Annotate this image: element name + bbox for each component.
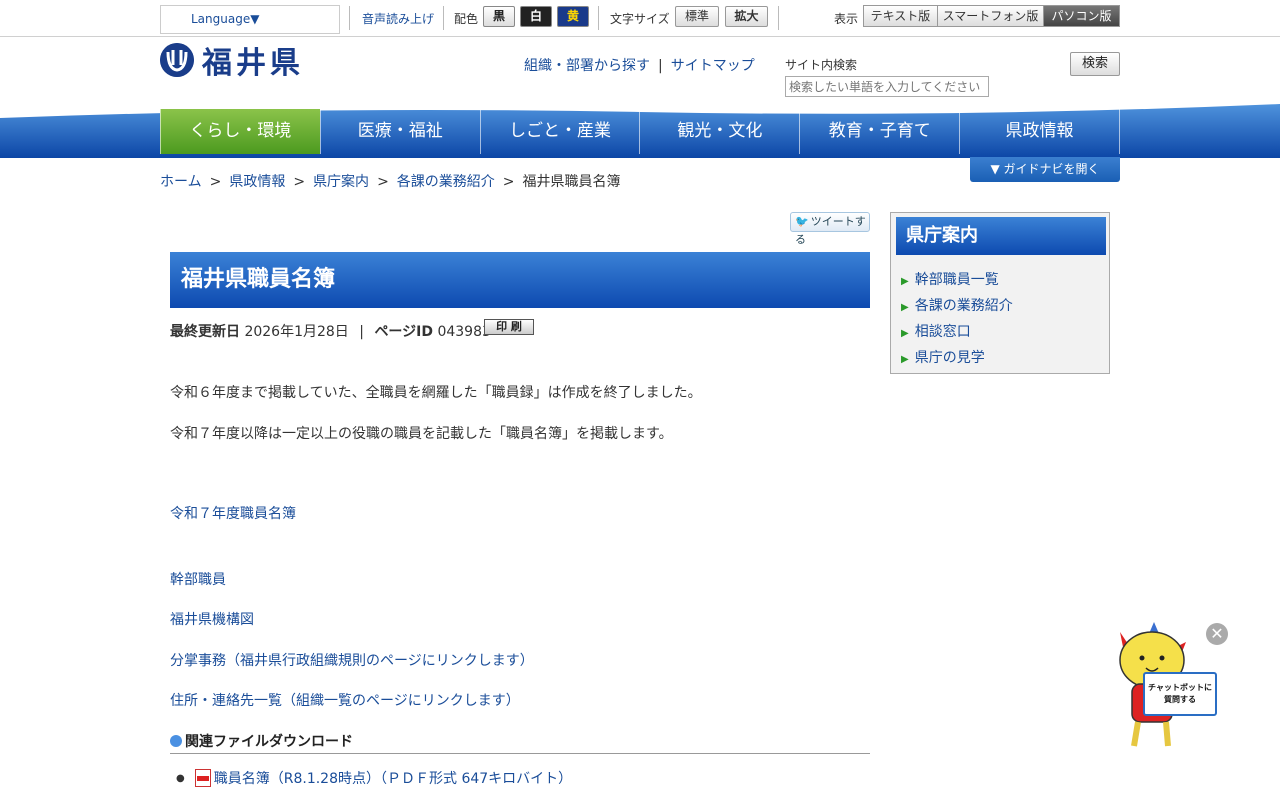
guide-navi-button[interactable]: ▼ ガイドナビを開く [970,157,1120,182]
nav-item-education-childcare[interactable]: 教育・子育て [799,109,959,154]
breadcrumb-prefectural-admin[interactable]: 県政情報 [229,174,285,190]
chatbot-sign[interactable]: チャットボットに 質問する [1143,672,1217,716]
list-bullet-icon: ● [176,772,185,784]
division-duties-link[interactable]: 分掌事務（福井県行政組織規則のページにリンクします） [170,650,534,670]
close-icon[interactable]: ✕ [1206,623,1228,645]
meta-separator: | [359,324,364,340]
link-separator: | [658,58,663,74]
nav-item-life-environment[interactable]: くらし・環境 [160,109,320,154]
nav-item-tourism-culture[interactable]: 観光・文化 [639,109,799,154]
nav-item-work-industry[interactable]: しごと・産業 [479,109,640,154]
breadcrumb-current: 福井県職員名簿 [522,174,621,190]
search-input[interactable] [785,76,989,97]
updated-date: 2026年1月28日 [244,324,349,340]
kanbu-link[interactable]: 幹部職員 [170,569,226,589]
divider [349,6,350,30]
pc-version-button[interactable]: パソコン版 [1043,5,1120,27]
breadcrumb-separator: > [293,174,306,190]
nav-item-medical-welfare[interactable]: 医療・福祉 [319,109,480,154]
updated-label: 最終更新日 [170,324,240,340]
site-logo[interactable]: 福井県 [160,42,304,81]
bullet-circle-icon [170,735,182,747]
divider [598,6,599,30]
breadcrumb-separator: > [209,174,222,190]
color-scheme-label: 配色 [454,12,479,26]
pdf-icon [194,769,211,787]
search-label: サイト内検索 [785,58,858,72]
logo-text: 福井県 [202,46,304,81]
divider [778,6,779,30]
header-links: 組織・部署から探す | サイトマップ [524,55,755,75]
color-yellow-button[interactable]: 黄 [557,6,589,27]
body-paragraph-2: 令和７年度以降は一定以上の役職の職員を記載した「職員名簿」を掲載します。 [170,426,673,442]
meibo-r7-link[interactable]: 令和７年度職員名簿 [170,503,296,523]
side-menu-title: 県庁案内 [896,217,1106,255]
language-selector[interactable]: Language▼ [160,5,340,34]
breadcrumb-separator: > [502,174,515,190]
font-size-standard-button[interactable]: 標準 [675,6,719,27]
divider [443,6,444,30]
utility-bar: Language▼ 音声読み上げ 配色 黒 白 黄 文字サイズ 標準 拡大 表示… [0,0,1280,37]
side-item-office-tour[interactable]: ▶ 県庁の見学 [901,347,985,367]
org-search-link[interactable]: 組織・部署から探す [524,58,650,74]
breadcrumb-office-guide[interactable]: 県庁案内 [313,174,369,190]
triangle-right-icon: ▶ [901,276,909,287]
twitter-bird-icon: 🐦 [795,215,809,228]
tweet-button[interactable]: 🐦 ツイートする [790,212,870,246]
download-heading-text: 関連ファイルダウンロード [185,734,353,750]
body-paragraph-1: 令和６年度まで掲載していた、全職員を網羅した「職員録」は作成を終了しました。 [170,385,702,401]
search-button[interactable]: 検索 [1070,52,1120,76]
side-item-label: 各課の業務紹介 [914,298,1013,314]
global-nav: くらし・環境 医療・福祉 しごと・産業 観光・文化 教育・子育て 県政情報 [160,109,1120,154]
organization-chart-link[interactable]: 福井県機構図 [170,609,254,629]
side-item-label: 幹部職員一覧 [914,272,999,288]
side-item-label: 県庁の見学 [914,350,985,366]
breadcrumb: ホーム > 県政情報 > 県庁案内 > 各課の業務紹介 > 福井県職員名簿 [160,171,621,191]
chatbot-sign-line1: チャットボットに [1148,683,1212,692]
staff-list-pdf-link[interactable]: 職員名簿（R8.1.28時点）（ＰＤＦ形式 647キロバイト） [214,768,572,788]
breadcrumb-home[interactable]: ホーム [160,174,202,190]
display-label: 表示 [834,12,859,26]
sitemap-link[interactable]: サイトマップ [671,58,755,74]
page-id-label: ページID [374,324,433,340]
download-list-item: ● 職員名簿（R8.1.28時点）（ＰＤＦ形式 647キロバイト） [176,768,572,788]
side-item-consultation[interactable]: ▶ 相談窓口 [901,321,971,341]
download-section-heading: 関連ファイルダウンロード [170,731,870,754]
breadcrumb-division-intro[interactable]: 各課の業務紹介 [397,174,495,190]
page-title: 福井県職員名簿 [170,252,870,308]
nav-item-prefectural-admin[interactable]: 県政情報 [959,109,1120,154]
page-meta: 最終更新日 2026年1月28日 | ページID 043983 [170,321,491,341]
page-id-value: 043983 [437,324,491,340]
text-version-button[interactable]: テキスト版 [863,5,938,27]
font-size-large-button[interactable]: 拡大 [725,6,768,27]
side-menu: 県庁案内 ▶ 幹部職員一覧 ▶ 各課の業務紹介 ▶ 相談窓口 ▶ 県庁の見学 [890,212,1110,374]
triangle-right-icon: ▶ [901,328,909,339]
side-item-division-intro[interactable]: ▶ 各課の業務紹介 [901,295,1013,315]
triangle-right-icon: ▶ [901,354,909,365]
breadcrumb-separator: > [377,174,389,190]
triangle-right-icon: ▶ [901,302,909,313]
print-button[interactable]: 印 刷 [484,319,534,335]
font-size-label: 文字サイズ [610,12,670,26]
side-item-label: 相談窓口 [914,324,971,340]
side-item-executives[interactable]: ▶ 幹部職員一覧 [901,269,999,289]
color-white-button[interactable]: 白 [520,6,552,27]
prefecture-emblem-icon [160,43,194,77]
color-black-button[interactable]: 黒 [483,6,515,27]
address-contact-link[interactable]: 住所・連絡先一覧（組織一覧のページにリンクします） [170,690,520,710]
smartphone-version-button[interactable]: スマートフォン版 [937,5,1044,27]
voice-readout-link[interactable]: 音声読み上げ [362,10,434,27]
chatbot-sign-line2: 質問する [1164,695,1196,704]
